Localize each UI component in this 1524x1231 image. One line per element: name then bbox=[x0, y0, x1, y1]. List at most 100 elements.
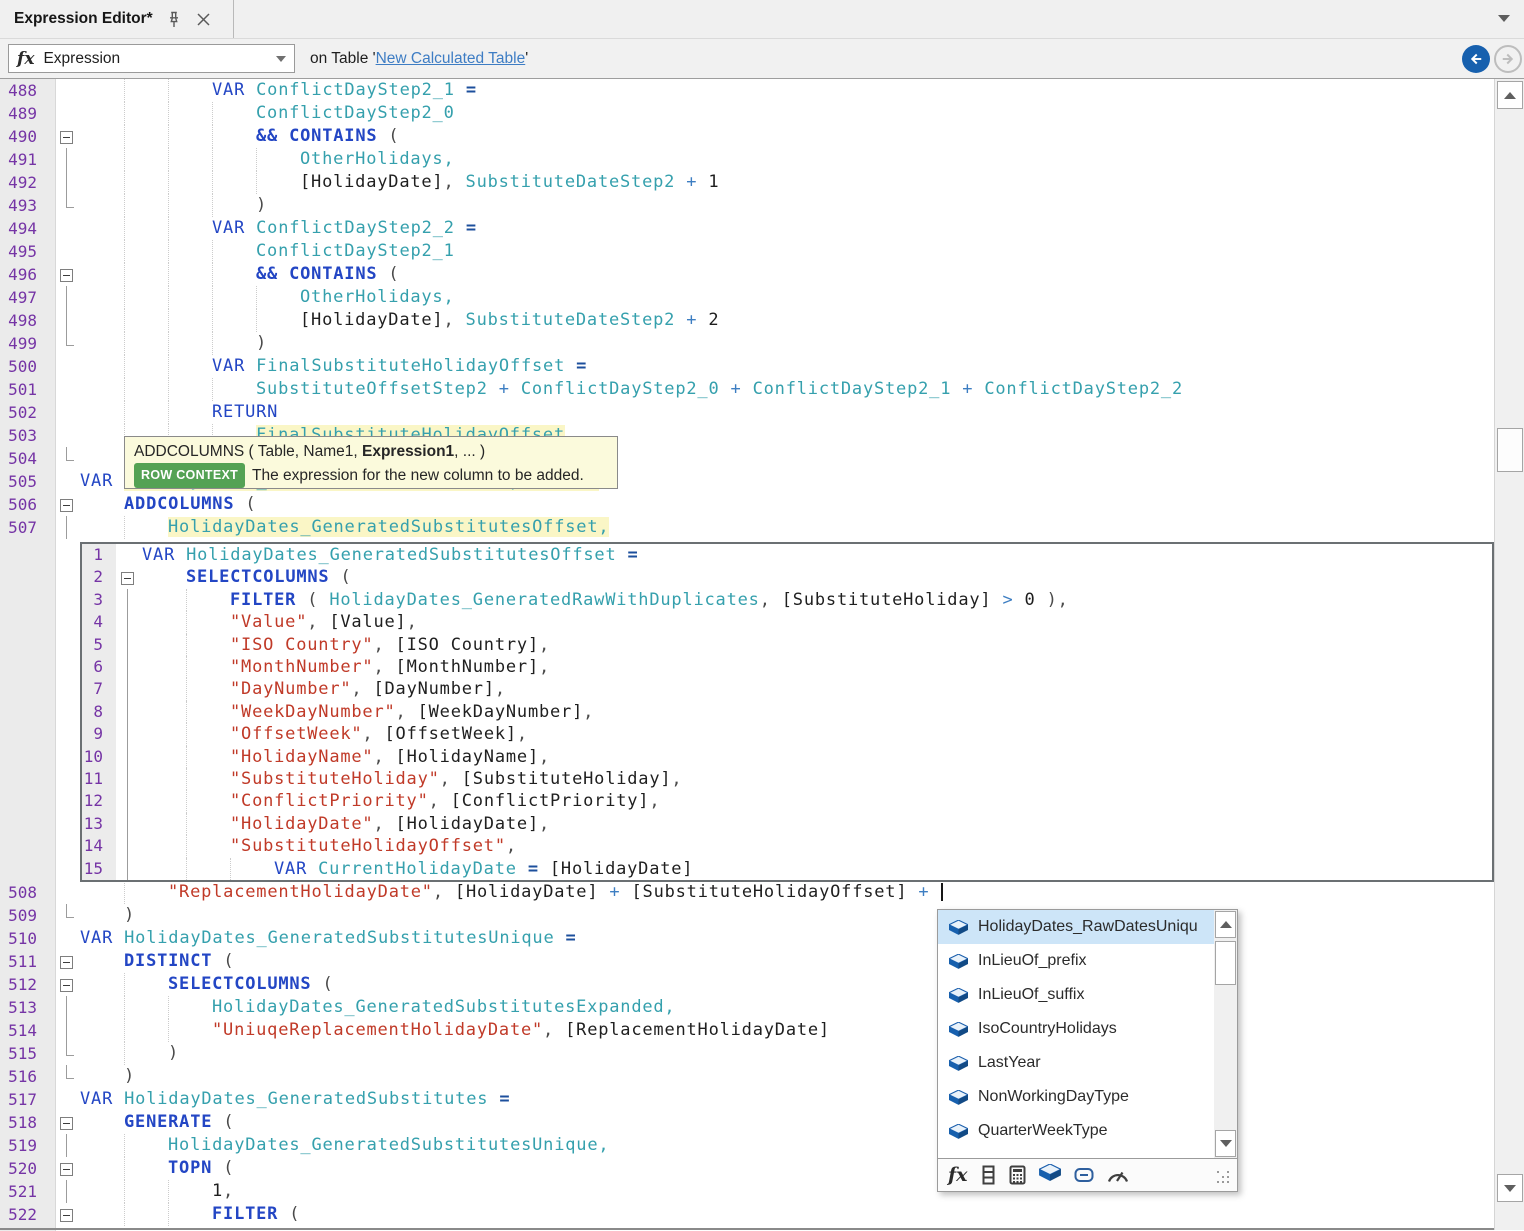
code-line-10[interactable]: 10"HolidayName", [HolidayName], bbox=[82, 746, 1492, 768]
code-line-515[interactable]: 515) bbox=[0, 1042, 1494, 1065]
code-line-518[interactable]: 518GENERATE ( bbox=[0, 1111, 1494, 1134]
inline-expression-block[interactable]: 1VAR HolidayDates_GeneratedSubstitutesOf… bbox=[80, 542, 1494, 882]
pin-icon[interactable] bbox=[165, 10, 183, 28]
scrollbar-thumb[interactable] bbox=[1215, 941, 1236, 985]
navigate-back-button[interactable] bbox=[1462, 45, 1490, 73]
code-line-513[interactable]: 513HolidayDates_GeneratedSubstitutesExpa… bbox=[0, 996, 1494, 1019]
autocomplete-item[interactable]: InLieuOf_suffix bbox=[938, 978, 1237, 1012]
code-line-520[interactable]: 520TOPN ( bbox=[0, 1157, 1494, 1180]
code-line-7[interactable]: 7"DayNumber", [DayNumber], bbox=[82, 678, 1492, 700]
autocomplete-item-label: NonWorkingDayType bbox=[978, 1088, 1129, 1106]
code-line-511[interactable]: 511DISTINCT ( bbox=[0, 950, 1494, 973]
tab-expression-editor[interactable]: Expression Editor* bbox=[0, 0, 234, 38]
code-line-8[interactable]: 8"WeekDayNumber", [WeekDayNumber], bbox=[82, 701, 1492, 723]
fold-collapse-box[interactable] bbox=[57, 1203, 77, 1226]
fold-collapse-box[interactable] bbox=[57, 973, 77, 996]
code-line-6[interactable]: 6"MonthNumber", [MonthNumber], bbox=[82, 656, 1492, 678]
code-line-1[interactable]: 1VAR HolidayDates_GeneratedSubstitutesOf… bbox=[82, 544, 1492, 566]
code-line-499[interactable]: 499) bbox=[0, 332, 1494, 355]
code-line-508[interactable]: 508"ReplacementHolidayDate", [HolidayDat… bbox=[0, 881, 1494, 904]
autocomplete-item[interactable]: QuarterWeekType bbox=[938, 1114, 1237, 1148]
code-line-491[interactable]: 491OtherHolidays, bbox=[0, 148, 1494, 171]
code-line-509[interactable]: 509) bbox=[0, 904, 1494, 927]
code-line-514[interactable]: 514"UniuqeReplacementHolidayDate", [Repl… bbox=[0, 1019, 1494, 1042]
code-line-488[interactable]: 488VAR ConflictDayStep2_1 = bbox=[0, 79, 1494, 102]
code-line-15[interactable]: 15VAR CurrentHolidayDate = [HolidayDate] bbox=[82, 858, 1492, 880]
code-line-519[interactable]: 519HolidayDates_GeneratedSubstitutesUniq… bbox=[0, 1134, 1494, 1157]
fold-collapse-box[interactable] bbox=[57, 950, 77, 973]
code-line-493[interactable]: 493) bbox=[0, 194, 1494, 217]
autocomplete-item[interactable]: LastYear bbox=[938, 1046, 1237, 1080]
code-line-9[interactable]: 9"OffsetWeek", [OffsetWeek], bbox=[82, 723, 1492, 745]
navigate-forward-button[interactable] bbox=[1494, 45, 1522, 73]
code-line-11[interactable]: 11"SubstituteHoliday", [SubstituteHolida… bbox=[82, 768, 1492, 790]
code-line-516[interactable]: 516) bbox=[0, 1065, 1494, 1088]
fold-collapse-box[interactable] bbox=[57, 125, 77, 148]
code-line-517[interactable]: 517VAR HolidayDates_GeneratedSubstitutes… bbox=[0, 1088, 1494, 1111]
code-line-492[interactable]: 492[HolidayDate], SubstituteDateStep2 + … bbox=[0, 171, 1494, 194]
autocomplete-item[interactable]: InLieuOf_prefix bbox=[938, 944, 1237, 978]
text-cursor bbox=[941, 883, 943, 901]
code-line-5[interactable]: 5"ISO Country", [ISO Country], bbox=[82, 634, 1492, 656]
resize-grip[interactable] bbox=[1217, 1171, 1231, 1185]
code-line-512[interactable]: 512SELECTCOLUMNS ( bbox=[0, 973, 1494, 996]
code-line-490[interactable]: 490&& CONTAINS ( bbox=[0, 125, 1494, 148]
code-line-500[interactable]: 500VAR FinalSubstituteHolidayOffset = bbox=[0, 355, 1494, 378]
editor-scroll-down-button[interactable] bbox=[1497, 1174, 1523, 1202]
code-line-522[interactable]: 522FILTER ( bbox=[0, 1203, 1494, 1226]
kpi-gauge-filter-icon[interactable] bbox=[1107, 1168, 1129, 1183]
code-line-13[interactable]: 13"HolidayDate", [HolidayDate], bbox=[82, 813, 1492, 835]
line-number: 6 bbox=[82, 656, 110, 678]
autocomplete-item[interactable]: IsoCountryHolidays bbox=[938, 1012, 1237, 1046]
autocomplete-item[interactable] bbox=[938, 1148, 1237, 1158]
code-line-510[interactable]: 510VAR HolidayDates_GeneratedSubstitutes… bbox=[0, 927, 1494, 950]
measure-filter-icon[interactable] bbox=[1074, 1167, 1094, 1183]
code-line-489[interactable]: 489ConflictDayStep2_0 bbox=[0, 102, 1494, 125]
scroll-down-button[interactable] bbox=[1215, 1130, 1236, 1157]
table-filter-icon[interactable] bbox=[1039, 1164, 1061, 1186]
code-line-14[interactable]: 14"SubstituteHolidayOffset", bbox=[82, 835, 1492, 857]
code-line-4[interactable]: 4"Value", [Value], bbox=[82, 611, 1492, 633]
code-line-12[interactable]: 12"ConflictPriority", [ConflictPriority]… bbox=[82, 790, 1492, 812]
chevron-down-icon[interactable] bbox=[276, 56, 286, 62]
code-line-501[interactable]: 501SubstituteOffsetStep2 + ConflictDaySt… bbox=[0, 378, 1494, 401]
code-text: GENERATE ( bbox=[80, 1111, 234, 1134]
code-line-507[interactable]: 507HolidayDates_GeneratedSubstitutesOffs… bbox=[0, 516, 1494, 539]
table-link[interactable]: New Calculated Table bbox=[376, 50, 526, 68]
code-text: && CONTAINS ( bbox=[80, 263, 399, 286]
code-line-497[interactable]: 497OtherHolidays, bbox=[0, 286, 1494, 309]
fold-margin bbox=[118, 656, 138, 678]
code-line-502[interactable]: 502RETURN bbox=[0, 401, 1494, 424]
column-filter-icon[interactable] bbox=[981, 1165, 996, 1185]
fold-collapse-box[interactable] bbox=[118, 566, 138, 588]
dax-code-editor[interactable]: 488VAR ConflictDayStep2_1 =489ConflictDa… bbox=[0, 78, 1524, 1231]
code-line-521[interactable]: 5211, bbox=[0, 1180, 1494, 1203]
scroll-up-button[interactable] bbox=[1215, 911, 1236, 938]
autocomplete-item[interactable]: HolidayDates_RawDatesUniqu bbox=[938, 910, 1237, 944]
code-text: "HolidayName", [HolidayName], bbox=[142, 746, 550, 768]
autocomplete-item[interactable]: NonWorkingDayType bbox=[938, 1080, 1237, 1114]
expression-selector[interactable]: fx Expression bbox=[8, 44, 295, 73]
fold-collapse-box[interactable] bbox=[57, 1157, 77, 1180]
code-line-495[interactable]: 495ConflictDayStep2_1 bbox=[0, 240, 1494, 263]
close-icon[interactable] bbox=[195, 10, 213, 28]
calculator-filter-icon[interactable] bbox=[1009, 1165, 1026, 1185]
code-line-498[interactable]: 498[HolidayDate], SubstituteDateStep2 + … bbox=[0, 309, 1494, 332]
code-line-506[interactable]: 506ADDCOLUMNS ( bbox=[0, 493, 1494, 516]
fold-margin bbox=[118, 723, 138, 745]
window-menu-caret-icon[interactable] bbox=[1498, 15, 1510, 22]
code-line-3[interactable]: 3FILTER ( HolidayDates_GeneratedRawWithD… bbox=[82, 589, 1492, 611]
code-line-496[interactable]: 496&& CONTAINS ( bbox=[0, 263, 1494, 286]
autocomplete-dropdown: HolidayDates_RawDatesUniquInLieuOf_prefi… bbox=[937, 909, 1238, 1192]
line-number: 507 bbox=[0, 516, 46, 539]
fx-filter-icon[interactable]: fx bbox=[948, 1164, 968, 1186]
editor-scrollbar[interactable] bbox=[1494, 79, 1524, 1230]
code-line-2[interactable]: 2SELECTCOLUMNS ( bbox=[82, 566, 1492, 588]
fold-collapse-box[interactable] bbox=[57, 263, 77, 286]
fold-collapse-box[interactable] bbox=[57, 493, 77, 516]
autocomplete-scrollbar[interactable] bbox=[1214, 910, 1237, 1158]
fold-collapse-box[interactable] bbox=[57, 1111, 77, 1134]
editor-scrollbar-thumb[interactable] bbox=[1497, 428, 1523, 472]
editor-scroll-up-button[interactable] bbox=[1497, 81, 1523, 109]
code-line-494[interactable]: 494VAR ConflictDayStep2_2 = bbox=[0, 217, 1494, 240]
